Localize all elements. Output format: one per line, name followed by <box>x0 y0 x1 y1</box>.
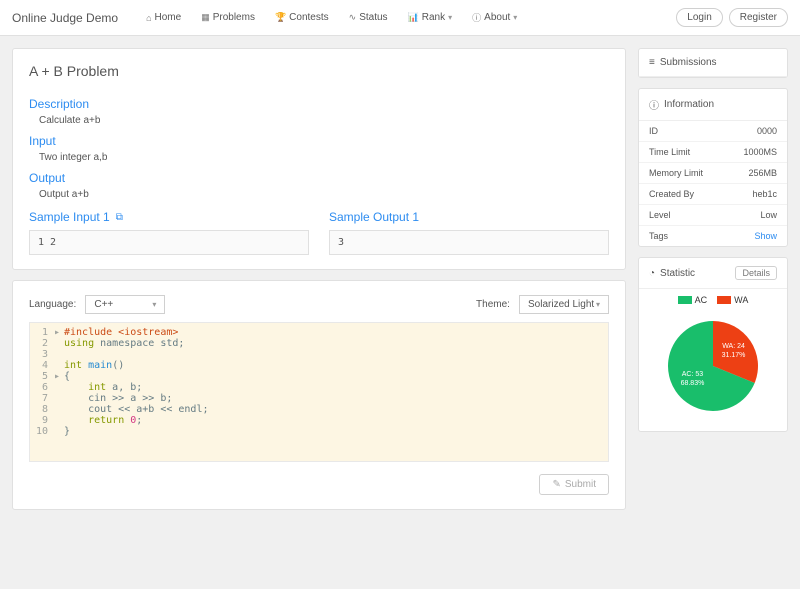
grid-icon: ▦ <box>201 12 210 23</box>
info-icon: ⓘ <box>649 97 659 112</box>
nav-rank[interactable]: 📊Rank▾ <box>400 7 461 28</box>
editor-toolbar: Language: C++▾ Theme: Solarized Light▾ <box>29 295 609 314</box>
chevron-down-icon: ▾ <box>513 13 517 22</box>
language-value: C++ <box>94 299 113 310</box>
sample-output-box: 3 <box>329 230 609 255</box>
top-actions: Login Register <box>676 8 788 27</box>
input-body: Two integer a,b <box>39 152 609 163</box>
nav-contests-label: Contests <box>289 12 328 23</box>
svg-text:WA: 24: WA: 24 <box>722 343 745 350</box>
submit-label: Submit <box>565 479 596 490</box>
legend-wa: WA <box>734 295 748 305</box>
page: A + B Problem Description Calculate a+b … <box>0 36 800 522</box>
nav-home-label: Home <box>155 12 182 23</box>
menu-icon: ≡ <box>649 57 655 68</box>
home-icon: ⌂ <box>146 13 151 23</box>
info-row: Time Limit1000MS <box>639 142 787 163</box>
submit-row: ✎ Submit <box>29 474 609 495</box>
language-select[interactable]: C++ ▾ <box>85 295 165 314</box>
sample-output: Sample Output 1 3 <box>329 210 609 255</box>
chevron-down-icon: ▾ <box>448 13 452 22</box>
nav-problems-label: Problems <box>213 12 255 23</box>
statistic-heading: Statistic <box>660 268 695 279</box>
ac-swatch <box>678 296 692 304</box>
info-row: ID0000 <box>639 121 787 142</box>
information-body: ID0000Time Limit1000MSMemory Limit256MBC… <box>639 121 787 246</box>
sample-output-heading: Sample Output 1 <box>329 210 609 224</box>
information-heading: Information <box>664 99 714 110</box>
theme-value: Solarized Light <box>528 299 594 310</box>
nav: ⌂Home ▦Problems 🏆Contests ∿Status 📊Rank▾… <box>138 7 676 28</box>
svg-text:AC: 53: AC: 53 <box>682 371 704 378</box>
samples: Sample Input 1 ⧉ 1 2 Sample Output 1 3 <box>29 210 609 255</box>
details-button[interactable]: Details <box>735 266 777 280</box>
theme-label: Theme: <box>476 299 510 310</box>
sample-input-heading: Sample Input 1 <box>29 210 110 224</box>
nav-home[interactable]: ⌂ Home <box>138 7 189 28</box>
output-body: Output a+b <box>39 189 609 200</box>
language-label: Language: <box>29 299 76 310</box>
info-row: Created Byheb1c <box>639 184 787 205</box>
theme-select[interactable]: Solarized Light▾ <box>519 295 609 314</box>
input-heading: Input <box>29 134 609 148</box>
info-row: LevelLow <box>639 205 787 226</box>
info-row: Memory Limit256MB <box>639 163 787 184</box>
chevron-down-icon: ▾ <box>596 300 600 309</box>
submissions-label: Submissions <box>660 57 717 68</box>
login-button[interactable]: Login <box>676 8 722 27</box>
statistic-card: ◔ Statistic Details AC WA WA: 24 31.17% AC:… <box>638 257 788 432</box>
nav-contests[interactable]: 🏆Contests <box>267 7 337 28</box>
pie-icon: ◔ <box>649 268 655 279</box>
output-heading: Output <box>29 171 609 185</box>
problem-card: A + B Problem Description Calculate a+b … <box>12 48 626 270</box>
description-body: Calculate a+b <box>39 115 609 126</box>
submissions-card[interactable]: ≡ Submissions <box>638 48 788 78</box>
main: A + B Problem Description Calculate a+b … <box>12 48 626 510</box>
sample-input-box: 1 2 <box>29 230 309 255</box>
brand: Online Judge Demo <box>12 11 118 25</box>
sidebar: ≡ Submissions ⓘ Information ID0000Time Lim… <box>638 48 788 510</box>
info-row: TagsShow <box>639 226 787 246</box>
tags-show-link[interactable]: Show <box>754 231 777 241</box>
info-icon: ⓘ <box>472 11 481 24</box>
copy-icon[interactable]: ⧉ <box>116 212 123 223</box>
wa-swatch <box>717 296 731 304</box>
topbar: Online Judge Demo ⌂ Home ▦Problems 🏆Conte… <box>0 0 800 36</box>
svg-text:68.83%: 68.83% <box>681 380 705 387</box>
send-icon: ✎ <box>552 479 560 490</box>
nav-about[interactable]: ⓘAbout▾ <box>464 7 525 28</box>
legend-ac: AC <box>695 295 708 305</box>
bars-icon: 📊 <box>408 12 419 23</box>
pulse-icon: ∿ <box>349 12 357 23</box>
svg-text:31.17%: 31.17% <box>722 352 746 359</box>
nav-rank-label: Rank <box>422 12 445 23</box>
chart-legend: AC WA <box>639 289 787 307</box>
code-editor[interactable]: 1▸#include <iostream>2using namespace st… <box>29 322 609 462</box>
submit-button[interactable]: ✎ Submit <box>539 474 609 495</box>
nav-about-label: About <box>484 12 510 23</box>
description-heading: Description <box>29 97 609 111</box>
information-card: ⓘ Information ID0000Time Limit1000MSMemor… <box>638 88 788 247</box>
nav-problems[interactable]: ▦Problems <box>193 7 263 28</box>
chevron-down-icon: ▾ <box>152 300 156 309</box>
register-button[interactable]: Register <box>729 8 788 27</box>
editor-card: Language: C++▾ Theme: Solarized Light▾ 1… <box>12 280 626 510</box>
pie-chart: WA: 24 31.17% AC: 53 68.83% <box>639 307 787 431</box>
problem-title: A + B Problem <box>29 63 609 87</box>
sample-input: Sample Input 1 ⧉ 1 2 <box>29 210 309 255</box>
trophy-icon: 🏆 <box>275 12 286 23</box>
nav-status[interactable]: ∿Status <box>341 7 396 28</box>
nav-status-label: Status <box>359 12 387 23</box>
